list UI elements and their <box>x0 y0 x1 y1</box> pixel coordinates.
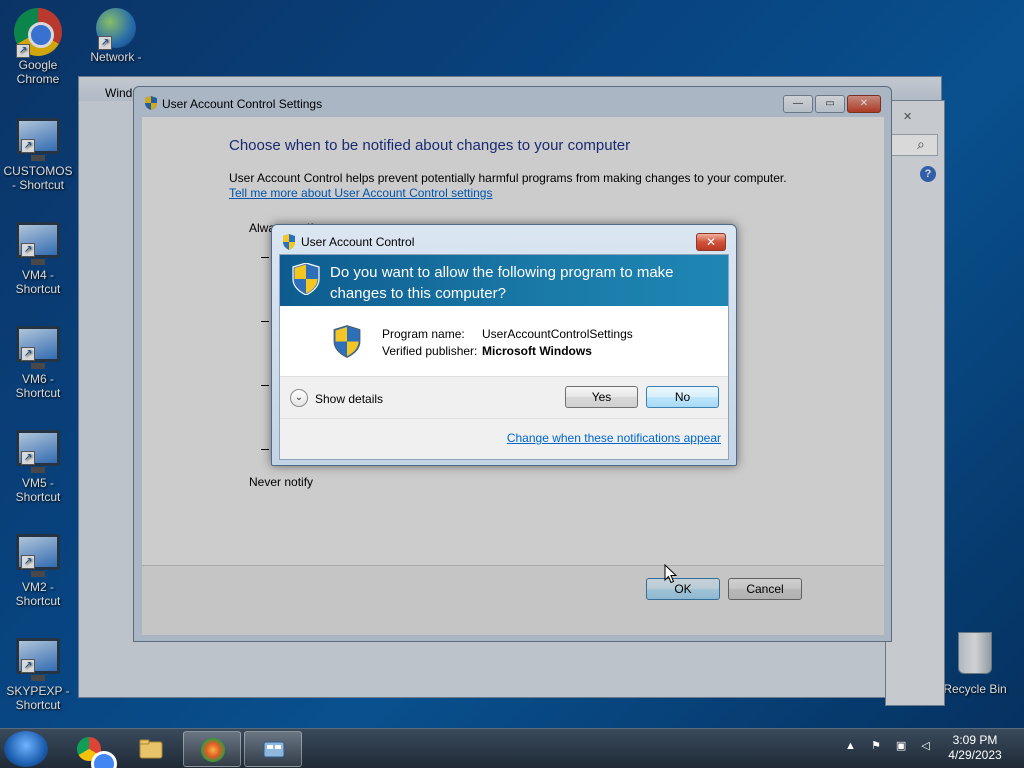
uac-question: Do you want to allow the following progr… <box>330 264 674 302</box>
close-button[interactable]: ✕ <box>696 233 726 251</box>
desktop-icon-network[interactable]: ↗ Network - <box>78 8 154 64</box>
dialog-footer: Change when these notifications appear <box>280 418 728 459</box>
clock-date: 4/29/2023 <box>948 748 1002 762</box>
program-name-label: Program name: <box>382 327 465 341</box>
shortcut-arrow-icon: ↗ <box>21 139 35 153</box>
monitor-icon: ↗ <box>16 222 60 265</box>
uac-dialog[interactable]: User Account Control ✕ Do you want to al… <box>271 224 737 466</box>
tell-me-more-link[interactable]: Tell me more about User Account Control … <box>229 186 492 200</box>
desktop-icon-chrome[interactable]: ↗ Google Chrome <box>0 8 76 86</box>
change-notifications-link[interactable]: Change when these notifications appear <box>507 431 721 445</box>
monitor-icon: ↗ <box>16 118 60 161</box>
publisher-label: Verified publisher: <box>382 344 478 358</box>
desktop-icon-label: Network - <box>90 50 142 64</box>
taskbar-clock[interactable]: 3:09 PM 4/29/2023 <box>944 733 1006 763</box>
monitor-icon: ↗ <box>16 534 60 577</box>
search-icon[interactable]: ⌕ <box>917 136 925 153</box>
start-button[interactable] <box>4 731 48 767</box>
window-title: User Account Control Settings <box>162 97 323 111</box>
desktop-icon-label: SKYPEXP - Shortcut <box>6 684 70 712</box>
taskbar-control-panel[interactable] <box>244 731 302 767</box>
monitor-icon: ↗ <box>16 326 60 369</box>
program-info: Program name: UserAccountControlSettings… <box>280 306 728 376</box>
desktop-icon-label: CUSTOMOS - Shortcut <box>3 164 73 192</box>
cancel-button[interactable]: Cancel <box>728 578 802 600</box>
minimize-button[interactable]: — <box>783 95 813 113</box>
title-bar[interactable]: User Account Control Settings — ▭ ✕ <box>134 87 891 117</box>
taskbar-windows-media[interactable] <box>183 731 241 767</box>
search-input[interactable] <box>890 134 938 156</box>
desktop-icon-vm6[interactable]: ↗ VM6 - Shortcut <box>0 320 76 400</box>
no-button[interactable]: No <box>646 386 719 408</box>
clock-time: 3:09 PM <box>952 733 998 747</box>
background-window-right[interactable] <box>885 100 945 706</box>
control-panel-icon <box>263 741 285 758</box>
desktop-icon-label: VM4 - Shortcut <box>15 268 61 296</box>
ok-button[interactable]: OK <box>646 578 720 600</box>
desktop-icon-label: Recycle Bin <box>943 682 1007 696</box>
shortcut-arrow-icon: ↗ <box>21 347 35 361</box>
title-bar[interactable]: User Account Control ✕ <box>272 225 736 255</box>
desktop-icon-label: Google Chrome <box>16 58 60 86</box>
desktop-icon-vm4[interactable]: ↗ VM4 - Shortcut <box>0 216 76 296</box>
page-title: Choose when to be notified about changes… <box>229 137 631 154</box>
slider-tick <box>261 449 269 450</box>
monitor-icon: ↗ <box>16 638 60 681</box>
publisher-value: Microsoft Windows <box>482 344 592 358</box>
slider-tick <box>261 385 269 386</box>
footer <box>142 566 884 635</box>
desktop-icon-vm5[interactable]: ↗ VM5 - Shortcut <box>0 424 76 504</box>
close-button[interactable]: ✕ <box>847 95 881 113</box>
taskbar-explorer[interactable] <box>122 731 180 767</box>
taskbar: ▲ ⚑ ▣ ◁ 3:09 PM 4/29/2023 <box>0 728 1024 768</box>
show-details-toggle[interactable]: Show details <box>315 392 383 406</box>
dialog-body: Do you want to allow the following progr… <box>279 254 729 460</box>
uac-shield-icon <box>333 325 361 358</box>
shortcut-arrow-icon: ↗ <box>21 451 35 465</box>
folder-icon <box>139 739 163 759</box>
desktop-icon-label: VM2 - Shortcut <box>15 580 61 608</box>
desktop-icon-recycle-bin[interactable]: Recycle Bin <box>937 632 1013 696</box>
help-icon[interactable]: ? <box>920 166 936 182</box>
desktop-icon-label: VM5 - Shortcut <box>15 476 61 504</box>
uac-shield-icon <box>145 96 157 110</box>
desktop-icon-customos[interactable]: ↗ CUSTOMOS - Shortcut <box>0 112 76 192</box>
recycle-bin-icon <box>958 632 992 674</box>
shortcut-arrow-icon: ↗ <box>21 555 35 569</box>
background-window-title: Wind <box>105 86 133 100</box>
shortcut-arrow-icon: ↗ <box>98 36 112 50</box>
mouse-cursor-icon <box>664 564 678 584</box>
yes-button[interactable]: Yes <box>565 386 638 408</box>
desktop-icon-label: VM6 - Shortcut <box>15 372 61 400</box>
details-bar: ⌄ Show details Yes No <box>280 376 728 418</box>
shortcut-arrow-icon: ↗ <box>16 44 30 58</box>
close-icon[interactable]: ✕ <box>903 110 912 123</box>
chevron-down-icon[interactable]: ⌄ <box>290 389 308 407</box>
maximize-button[interactable]: ▭ <box>815 95 845 113</box>
chrome-icon <box>77 737 117 768</box>
desktop-icon-skypexp[interactable]: ↗ SKYPEXP - Shortcut <box>0 632 76 712</box>
slider-tick <box>261 321 269 322</box>
program-name-value: UserAccountControlSettings <box>482 327 633 341</box>
chrome-icon: ↗ <box>14 8 62 58</box>
monitor-icon: ↗ <box>16 430 60 473</box>
uac-shield-icon <box>283 234 295 250</box>
slider-bottom-label: Never notify <box>249 475 314 489</box>
uac-shield-icon <box>292 263 320 295</box>
dialog-title: User Account Control <box>301 235 415 249</box>
desktop-icon-vm2[interactable]: ↗ VM2 - Shortcut <box>0 528 76 608</box>
slider-tick <box>261 257 269 258</box>
taskbar-chrome[interactable] <box>60 731 118 768</box>
system-tray-icons[interactable]: ▲ ⚑ ▣ ◁ <box>845 739 936 752</box>
windows-logo-icon <box>201 738 225 762</box>
shortcut-arrow-icon: ↗ <box>21 243 35 257</box>
description-text: User Account Control helps prevent poten… <box>229 171 787 185</box>
question-banner: Do you want to allow the following progr… <box>280 255 728 306</box>
shortcut-arrow-icon: ↗ <box>21 659 35 673</box>
network-icon: ↗ <box>96 8 136 50</box>
